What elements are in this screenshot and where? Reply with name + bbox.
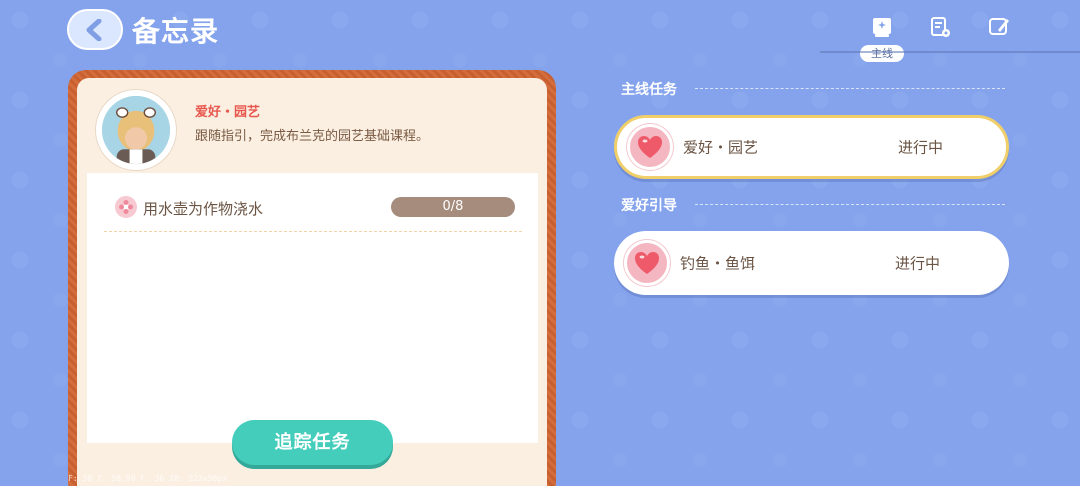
debug-overlay: F: 30 T: 58.90 F: 36 IB: 222x56px [68, 474, 227, 483]
edit-button[interactable] [986, 14, 1012, 40]
back-button[interactable] [67, 9, 123, 50]
main-tab-label[interactable]: 主线 [860, 45, 904, 62]
chevron-left-icon [86, 18, 102, 41]
task-label: 用水壶为作物浇水 [143, 200, 264, 218]
quest-category-tag: 爱好・园艺 [195, 105, 261, 120]
quest-name: 钓鱼・鱼饵 [680, 254, 756, 273]
pencil-icon [989, 18, 1009, 35]
list-settings-button[interactable] [927, 14, 953, 40]
flower-icon [119, 200, 133, 214]
section-divider-hobby [695, 204, 1005, 205]
quest-card-fishing[interactable]: 钓鱼・鱼饵 进行中 [614, 231, 1009, 295]
quest-card-gardening[interactable]: 爱好・园艺 进行中 [614, 115, 1009, 179]
quest-status: 进行中 [895, 254, 941, 273]
task-divider [104, 231, 522, 232]
header-divider [820, 51, 1080, 53]
heart-icon [635, 252, 659, 274]
npc-portrait-icon [102, 96, 170, 164]
main-quest-book-icon [873, 18, 891, 37]
npc-avatar [96, 90, 176, 170]
heart-icon [638, 136, 662, 158]
quest-description: 跟随指引，完成布兰克的园艺基础课程。 [195, 129, 430, 144]
quest-icon [627, 124, 673, 170]
task-progress-bar: 0/8 [391, 197, 515, 217]
main-quest-tab[interactable] [869, 14, 895, 40]
track-quest-button[interactable]: 追踪任务 [232, 420, 393, 465]
task-icon [113, 194, 139, 220]
quest-name: 爱好・园艺 [683, 138, 759, 157]
section-title-hobby: 爱好引导 [621, 198, 677, 214]
quest-status: 进行中 [898, 138, 944, 157]
clipboard-gear-icon [931, 17, 950, 37]
task-progress-text: 0/8 [442, 199, 464, 214]
section-title-main: 主线任务 [621, 82, 677, 98]
quest-icon [624, 240, 670, 286]
page-title: 备忘录 [132, 15, 220, 48]
section-divider-main [695, 88, 1005, 89]
